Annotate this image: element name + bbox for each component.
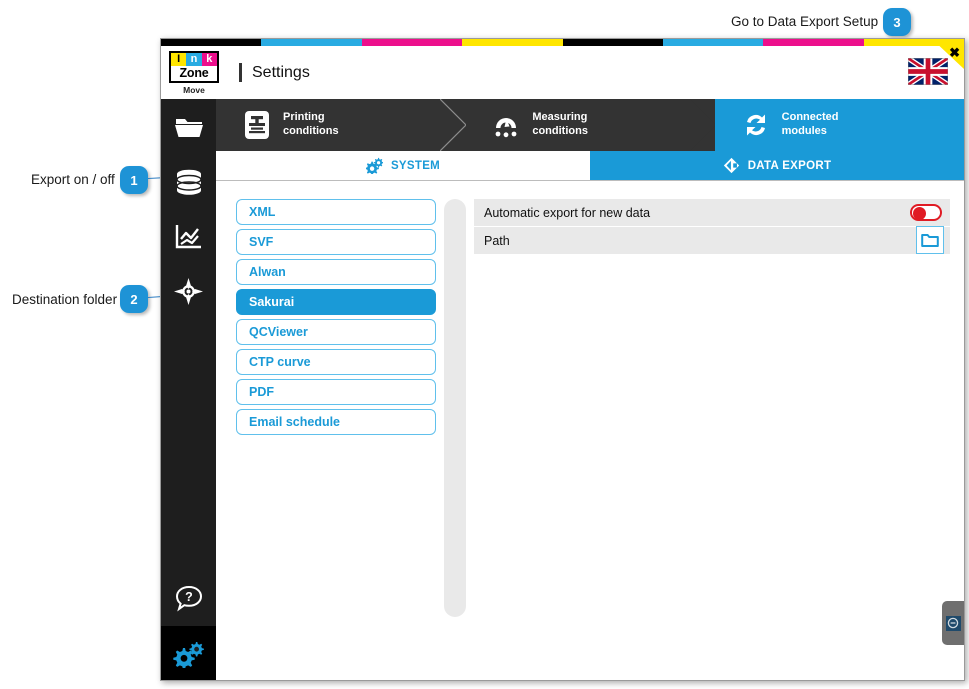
callout-label-3: Go to Data Export Setup	[731, 14, 879, 29]
screenshot-root: Export on / off 1 Destination folder 2 G…	[0, 0, 969, 689]
callout-label-1: Export on / off	[31, 172, 115, 187]
wizard-steps: Printing conditions Measuring conditions…	[216, 99, 964, 151]
step-label-line1: Printing	[283, 111, 325, 124]
logo-subtitle: Move	[183, 84, 205, 95]
logo-letter-k: k	[201, 52, 217, 66]
setting-label: Automatic export for new data	[484, 205, 651, 220]
list-item-svf[interactable]: SVF	[236, 229, 436, 255]
list-item-xml[interactable]: XML	[236, 199, 436, 225]
folder-icon	[921, 234, 939, 247]
main-column: Printing conditions Measuring conditions…	[216, 99, 964, 680]
setting-label: Path	[484, 233, 510, 248]
list-item-label: Alwan	[249, 265, 286, 279]
logo-letter-n: n	[186, 52, 202, 66]
title-bar: I n k Zone Move Settings	[161, 46, 964, 99]
list-item-label: PDF	[249, 385, 274, 399]
step-chevron-icon	[440, 99, 467, 151]
help-icon: ?	[175, 585, 202, 612]
rail-item-jobs[interactable]	[161, 99, 216, 154]
step-chevron-active-icon	[689, 99, 716, 151]
side-panel-handle[interactable]	[942, 601, 964, 645]
svg-text:?: ?	[185, 590, 193, 604]
tab-label-system: SYSTEM	[390, 159, 441, 172]
list-item-ctp-curve[interactable]: CTP curve	[236, 349, 436, 375]
cmyk-color-bar	[161, 39, 964, 46]
list-item-label: CTP curve	[249, 355, 311, 369]
callout-badge-3: 3	[883, 8, 911, 36]
callout-label-2: Destination folder	[12, 292, 118, 307]
window-body: ? Printing conditions Measuring conditio…	[161, 99, 964, 680]
list-item-label: Email schedule	[249, 415, 341, 429]
tab-bar: SYSTEM DATA EXPORT	[216, 151, 964, 181]
printing-press-icon	[245, 111, 269, 139]
step-label-line2: conditions	[532, 125, 588, 137]
rail-bottom-group: ?	[161, 571, 216, 680]
browse-folder-button[interactable]	[916, 226, 944, 254]
logo-word-zone: Zone	[171, 65, 217, 81]
rail-item-help[interactable]: ?	[161, 571, 216, 626]
step-measuring-conditions[interactable]: Measuring conditions	[465, 99, 716, 151]
list-item-label: SVF	[249, 235, 274, 249]
database-icon	[175, 169, 202, 195]
step-label-line2: modules	[781, 125, 827, 137]
title-divider	[239, 63, 242, 82]
toggle-knob	[913, 207, 926, 220]
list-item-email-schedule[interactable]: Email schedule	[236, 409, 436, 435]
list-scrollbar[interactable]	[436, 199, 474, 680]
automatic-export-toggle[interactable]	[910, 204, 942, 221]
step-connected-modules[interactable]: Connected modules	[714, 99, 964, 151]
export-type-list: XML SVF Alwan Sakurai QCViewer CTP curve…	[216, 199, 436, 680]
export-diamond-icon	[723, 157, 739, 174]
sync-arrows-icon	[746, 114, 765, 136]
rail-item-statistics[interactable]	[161, 209, 216, 264]
tab-label-data-export: DATA EXPORT	[747, 159, 832, 172]
rail-item-settings[interactable]	[161, 626, 216, 680]
inkzone-logo-icon: I n k Zone	[169, 50, 219, 83]
list-item-label: QCViewer	[249, 325, 308, 339]
page-title: Settings	[252, 63, 310, 81]
measuring-gauge-icon	[495, 118, 517, 138]
step-label-line1: Measuring	[532, 111, 588, 124]
settings-panel: Automatic export for new data Path	[474, 199, 964, 680]
list-item-qcviewer[interactable]: QCViewer	[236, 319, 436, 345]
list-item-label: XML	[249, 205, 276, 219]
setting-row-path: Path	[474, 226, 950, 254]
content-area: XML SVF Alwan Sakurai QCViewer CTP curve…	[216, 181, 964, 680]
setting-row-automatic-export: Automatic export for new data	[474, 199, 950, 226]
settings-gears-icon	[172, 641, 204, 668]
rail-item-calibration[interactable]	[161, 264, 216, 319]
step-printing-conditions[interactable]: Printing conditions	[216, 99, 467, 151]
list-item-label: Sakurai	[249, 295, 295, 309]
callout-badge-2: 2	[120, 285, 148, 313]
list-item-sakurai[interactable]: Sakurai	[236, 289, 436, 315]
left-nav-rail: ?	[161, 99, 216, 680]
gears-icon	[365, 157, 383, 174]
tab-data-export[interactable]: DATA EXPORT	[590, 151, 964, 180]
chart-icon	[175, 225, 201, 249]
uk-flag-icon[interactable]	[908, 58, 948, 85]
handle-grip-icon	[945, 615, 961, 631]
list-item-pdf[interactable]: PDF	[236, 379, 436, 405]
list-item-alwan[interactable]: Alwan	[236, 259, 436, 285]
logo-letter-i: I	[171, 52, 187, 66]
rail-item-database[interactable]	[161, 154, 216, 209]
target-icon	[174, 278, 203, 305]
minus-circle-icon	[947, 617, 959, 629]
application-window: ✖ I n k Zone Move Settings ? Printing co…	[160, 38, 965, 681]
scrollbar-track[interactable]	[444, 199, 466, 617]
step-label-line1: Connected	[781, 111, 839, 124]
callout-badge-1: 1	[120, 166, 148, 194]
app-logo: I n k Zone Move	[165, 50, 223, 95]
folder-icon	[174, 118, 203, 137]
step-label-line2: conditions	[283, 125, 339, 137]
tab-system[interactable]: SYSTEM	[216, 151, 590, 180]
